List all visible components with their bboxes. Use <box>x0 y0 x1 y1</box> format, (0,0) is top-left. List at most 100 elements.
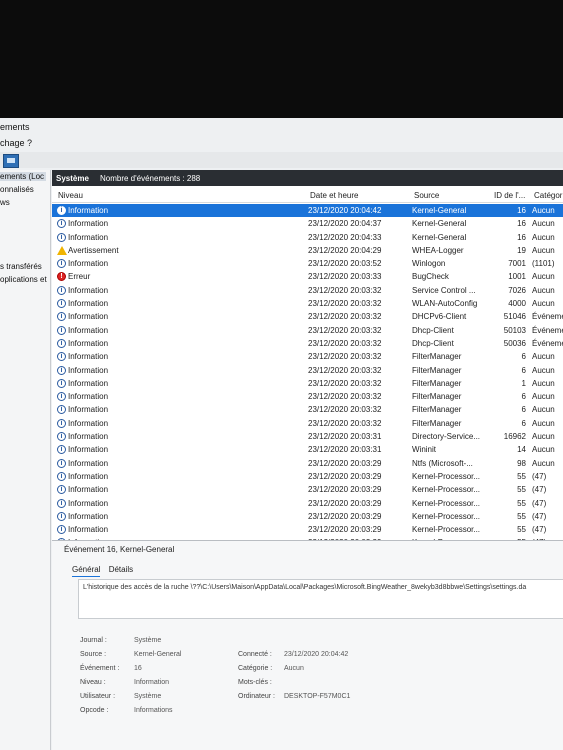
tab-details[interactable]: Détails <box>109 565 133 574</box>
col-id[interactable]: ID de l'... <box>494 191 525 200</box>
info-icon: i <box>57 352 66 362</box>
table-row[interactable]: i Information 23/12/2020 20:03:32 FilterMan… <box>52 390 563 403</box>
label-user: Utilisateur : <box>80 693 116 700</box>
table-row[interactable]: i Information 23/12/2020 20:03:32 DHCPv6-Cl… <box>52 310 563 323</box>
info-icon: i <box>57 485 66 495</box>
cell-source: Service Control ... <box>412 285 476 295</box>
table-row[interactable]: i Information 23/12/2020 20:04:37 Kernel-Ge… <box>52 217 563 230</box>
cell-source: FilterManager <box>412 392 462 402</box>
cell-source: Dhcp-Client <box>412 325 454 335</box>
col-level[interactable]: Niveau <box>58 191 83 200</box>
column-headers: Niveau Date et heure Source ID de l'... … <box>52 188 563 203</box>
table-row[interactable]: iInformation 23/12/2020 20:03:29 Kernel-Pr… <box>52 510 563 523</box>
table-row[interactable]: i Information 23/12/2020 20:04:33 Kernel-Ge… <box>52 231 563 244</box>
table-row[interactable]: i Information 23/12/2020 20:03:29 Ntfs (Mic… <box>52 457 563 470</box>
info-icon: i <box>57 378 66 388</box>
label-journal: Journal : <box>80 637 107 644</box>
table-row[interactable]: i Information 23/12/2020 20:03:52 Winlogon 7… <box>52 257 563 270</box>
table-row[interactable]: Avertissement 23/12/2020 20:04:29 WHEA-Log… <box>52 244 563 257</box>
error-icon: ! <box>57 272 66 282</box>
cell-category: (47) <box>532 525 547 535</box>
nav-item-windows-logs[interactable]: ws <box>0 198 10 207</box>
label-connected: Connecté : <box>238 651 272 658</box>
cell-date: 23/12/2020 20:04:33 <box>308 232 382 242</box>
table-row[interactable]: i Information 23/12/2020 20:03:32 FilterMan… <box>52 350 563 363</box>
event-message[interactable]: L'historique des accès de la ruche \??\C… <box>78 579 563 619</box>
info-icon: i <box>57 259 66 269</box>
table-row[interactable]: i Information 23/12/2020 20:04:42 Kernel-Ge… <box>52 204 563 218</box>
cell-id: 50036 <box>503 338 526 348</box>
menu-bar-line2[interactable]: chage ? <box>0 138 32 148</box>
cell-category: (47) <box>532 511 547 521</box>
cell-category: Aucun <box>532 405 555 415</box>
cell-source: Directory-Service... <box>412 432 481 442</box>
tab-general[interactable]: Général <box>72 565 101 577</box>
cell-date: 23/12/2020 20:04:29 <box>308 245 382 255</box>
cell-date: 23/12/2020 20:03:31 <box>308 432 382 442</box>
table-row[interactable]: i Information 23/12/2020 20:03:32 Service C… <box>52 284 563 297</box>
cell-id: 1001 <box>508 272 526 282</box>
cell-id: 16 <box>517 219 526 229</box>
table-row[interactable]: iInformation 23/12/2020 20:03:29 Kernel-Pr… <box>52 497 563 510</box>
table-row[interactable]: i Information 23/12/2020 20:03:32 WLAN-Auto… <box>52 297 563 310</box>
table-row[interactable]: i Information 23/12/2020 20:03:32 FilterMan… <box>52 417 563 430</box>
cell-category: (1101) <box>532 259 555 269</box>
cell-source: Ntfs (Microsoft-... <box>412 458 473 468</box>
log-title: Système <box>56 174 89 183</box>
cell-level: Information <box>68 352 109 362</box>
table-row[interactable]: i Information 23/12/2020 20:03:31 Wininit 14… <box>52 443 563 456</box>
value-journal: Système <box>134 637 162 644</box>
cell-source: Kernel-Processor... <box>412 498 481 508</box>
cell-category: Aucun <box>532 458 555 468</box>
table-row[interactable]: iInformation 23/12/2020 20:03:29 Kernel-Pr… <box>52 470 563 483</box>
table-row[interactable]: iInformation 23/12/2020 20:03:29 Kernel-Pr… <box>52 523 563 536</box>
nav-item-event-viewer-local[interactable]: ements (Loc <box>0 172 47 181</box>
cell-category: Aucun <box>532 219 555 229</box>
cell-id: 7026 <box>508 285 526 295</box>
cell-category: Événemen <box>532 338 563 348</box>
nav-item-custom-views[interactable]: onnalisés <box>0 185 34 194</box>
label-source: Source : <box>80 651 107 658</box>
label-keywords: Mots-clés : <box>238 679 272 686</box>
cell-source: DHCPv6-Client <box>412 312 467 322</box>
table-row[interactable]: ! Erreur 23/12/2020 20:03:33 BugCheck 1001 Au… <box>52 270 563 283</box>
cell-date: 23/12/2020 20:03:32 <box>308 312 382 322</box>
table-row[interactable]: i Information 23/12/2020 20:03:32 FilterMan… <box>52 364 563 377</box>
info-icon: i <box>57 219 66 229</box>
cell-source: WHEA-Logger <box>412 245 464 255</box>
cell-date: 23/12/2020 20:03:32 <box>308 352 382 362</box>
cell-category: Aucun <box>532 232 555 242</box>
table-row[interactable]: i Information 23/12/2020 20:03:32 Dhcp-Clie… <box>52 324 563 337</box>
col-category[interactable]: Catégor <box>534 191 562 200</box>
col-date[interactable]: Date et heure <box>310 191 358 200</box>
cell-date: 23/12/2020 20:03:29 <box>308 511 382 521</box>
cell-date: 23/12/2020 20:03:29 <box>308 458 382 468</box>
nav-item-applications[interactable]: oplications et <box>0 275 47 284</box>
cell-category: Aucun <box>532 445 555 455</box>
main-content: Système Nombre d'événements : 288 Niveau… <box>52 170 563 750</box>
cell-date: 23/12/2020 20:03:32 <box>308 285 382 295</box>
cell-date: 23/12/2020 20:03:29 <box>308 525 382 535</box>
cell-source: Kernel-Processor... <box>412 485 481 495</box>
cell-level: Information <box>68 418 109 428</box>
cell-id: 16 <box>517 232 526 242</box>
table-row[interactable]: i Information 23/12/2020 20:03:32 FilterMan… <box>52 403 563 416</box>
cell-category: Événemen <box>532 312 563 322</box>
window-icon[interactable] <box>3 154 19 168</box>
cell-date: 23/12/2020 20:03:32 <box>308 418 382 428</box>
table-row[interactable]: iInformation 23/12/2020 20:03:29 Kernel-Pr… <box>52 483 563 496</box>
table-row[interactable]: i Information 23/12/2020 20:03:31 Directory… <box>52 430 563 443</box>
menu-bar-line1[interactable]: ements <box>0 122 30 132</box>
detail-tabs: Général Détails <box>72 565 139 577</box>
table-row[interactable]: i Information 23/12/2020 20:03:32 Dhcp-Clie… <box>52 337 563 350</box>
table-row[interactable]: i Information 23/12/2020 20:03:32 FilterMan… <box>52 377 563 390</box>
cell-category: Aucun <box>532 392 555 402</box>
col-source[interactable]: Source <box>414 191 439 200</box>
cell-category: Aucun <box>532 432 555 442</box>
log-header: Système Nombre d'événements : 288 <box>52 170 563 186</box>
info-icon: i <box>57 511 66 521</box>
cell-category: Événemen <box>532 325 563 335</box>
cell-source: BugCheck <box>412 272 449 282</box>
nav-item-forwarded[interactable]: s transférés <box>0 262 42 271</box>
cell-date: 23/12/2020 20:03:32 <box>308 338 382 348</box>
